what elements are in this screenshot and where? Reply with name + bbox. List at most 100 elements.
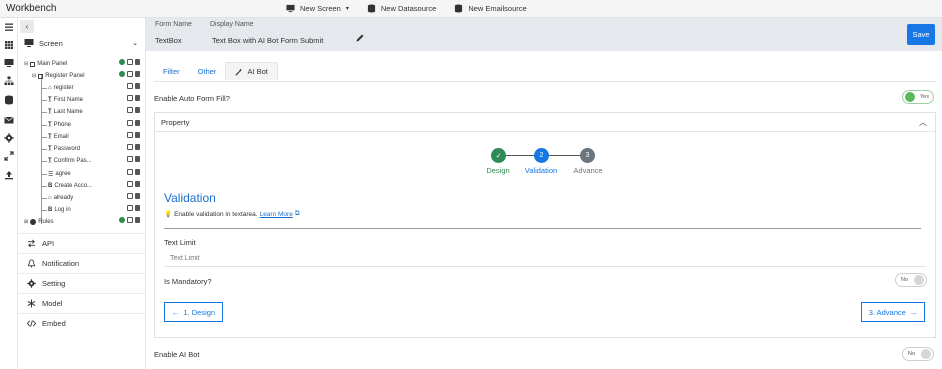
copy-icon[interactable] bbox=[127, 193, 133, 199]
tree-node-label: Password bbox=[53, 146, 81, 152]
tree-connector bbox=[42, 198, 47, 199]
trash-icon[interactable] bbox=[135, 156, 140, 162]
tree-node-password[interactable]: T̲ Password bbox=[48, 144, 80, 154]
checklist-icon: ☰ bbox=[48, 171, 54, 178]
save-button[interactable]: Save bbox=[907, 24, 935, 45]
nav-setting[interactable]: Setting bbox=[18, 273, 146, 293]
tree-node-phone[interactable]: T̲ Phone bbox=[48, 120, 71, 130]
new-emailsource-label: New Emailsource bbox=[468, 4, 527, 13]
arrow-right-icon: → bbox=[909, 307, 918, 317]
property-title: Property bbox=[161, 117, 190, 127]
tree-node-actions bbox=[127, 144, 140, 150]
menu-icon[interactable] bbox=[4, 22, 14, 32]
upload-icon[interactable] bbox=[4, 170, 14, 180]
learn-more-link[interactable]: Learn More bbox=[260, 211, 293, 218]
tree-node-confirm-password[interactable]: T̲ Confirm Pas... bbox=[48, 156, 92, 166]
tree-node-register[interactable]: ⌂ register bbox=[48, 83, 74, 93]
trash-icon[interactable] bbox=[135, 205, 140, 211]
tree-node-create-account[interactable]: B Create Acco... bbox=[48, 181, 92, 191]
tree-node-register-panel[interactable]: ⊟ Register Panel bbox=[32, 71, 85, 81]
auto-fill-toggle[interactable]: Yes bbox=[902, 90, 934, 104]
tree-node-label: already bbox=[53, 195, 74, 201]
copy-icon[interactable] bbox=[127, 132, 133, 138]
database-icon[interactable] bbox=[4, 95, 14, 105]
copy-icon[interactable] bbox=[127, 107, 133, 113]
screen-select[interactable]: Screen ⌄ bbox=[24, 36, 140, 50]
tree-node-email[interactable]: T̲ Email bbox=[48, 132, 69, 142]
copy-icon[interactable] bbox=[127, 83, 133, 89]
expand-toggle-icon[interactable]: ⊟ bbox=[24, 61, 28, 67]
trash-icon[interactable] bbox=[135, 181, 140, 187]
tree-node-rules[interactable]: ⊞ Rules bbox=[24, 217, 54, 227]
compress-icon[interactable] bbox=[4, 151, 14, 161]
copy-icon[interactable] bbox=[127, 169, 133, 175]
gear-icon[interactable] bbox=[4, 133, 14, 143]
copy-icon[interactable] bbox=[127, 205, 133, 211]
tab-other[interactable]: Other bbox=[189, 63, 226, 80]
tree-node-already[interactable]: ⌂ already bbox=[48, 193, 73, 203]
tree-node-label: Main Panel bbox=[37, 61, 68, 67]
add-icon[interactable] bbox=[119, 217, 125, 223]
nav-model[interactable]: Model bbox=[18, 293, 146, 313]
tab-filter[interactable]: Filter bbox=[154, 63, 189, 80]
trash-icon[interactable] bbox=[135, 217, 140, 223]
tree-node-agree[interactable]: ☰ agree bbox=[48, 169, 71, 179]
copy-icon[interactable] bbox=[127, 144, 133, 150]
trash-icon[interactable] bbox=[135, 193, 140, 199]
expand-toggle-icon[interactable]: ⊟ bbox=[32, 73, 36, 79]
pencil-icon[interactable] bbox=[355, 33, 365, 43]
copy-icon[interactable] bbox=[127, 71, 133, 77]
screen-select-label: Screen bbox=[39, 38, 63, 48]
add-icon[interactable] bbox=[119, 59, 125, 65]
step-advance[interactable]: 3 bbox=[580, 148, 595, 163]
copy-icon[interactable] bbox=[127, 217, 133, 223]
auto-fill-label: Enable Auto Form Fill? bbox=[154, 94, 230, 103]
trash-icon[interactable] bbox=[135, 107, 140, 113]
text-limit-input[interactable] bbox=[164, 250, 926, 267]
textbox-icon: T̲ bbox=[48, 97, 52, 103]
trash-icon[interactable] bbox=[135, 95, 140, 101]
copy-icon[interactable] bbox=[127, 95, 133, 101]
next-step-button[interactable]: 3. Advance → bbox=[861, 302, 925, 322]
monitor-icon[interactable] bbox=[4, 58, 14, 68]
new-datasource-button[interactable]: New Datasource bbox=[367, 4, 436, 13]
arrow-left-icon: ← bbox=[171, 307, 180, 317]
trash-icon[interactable] bbox=[135, 120, 140, 126]
tree-node-log-in[interactable]: B Log in bbox=[48, 205, 71, 215]
collapse-panel-button[interactable]: ‹ bbox=[20, 20, 34, 33]
previous-step-button[interactable]: ← 1. Design bbox=[164, 302, 223, 322]
add-icon[interactable] bbox=[119, 71, 125, 77]
tree-node-first-name[interactable]: T̲ First Name bbox=[48, 95, 83, 105]
step-validation[interactable]: 2 bbox=[534, 148, 549, 163]
nav-notification[interactable]: Notification bbox=[18, 253, 146, 273]
trash-icon[interactable] bbox=[135, 144, 140, 150]
expand-toggle-icon[interactable]: ⊞ bbox=[24, 219, 28, 225]
copy-icon[interactable] bbox=[127, 156, 133, 162]
tab-ai-bot[interactable]: AI Bot bbox=[225, 62, 278, 80]
external-link-icon[interactable]: ⧉ bbox=[295, 210, 300, 218]
copy-icon[interactable] bbox=[127, 181, 133, 187]
tree-node-actions bbox=[119, 217, 140, 223]
chevron-left-icon: ‹ bbox=[25, 22, 29, 31]
tree-node-main-panel[interactable]: ⊟ Main Panel bbox=[24, 59, 67, 69]
tree-node-label: register bbox=[53, 85, 74, 91]
new-emailsource-button[interactable]: New Emailsource bbox=[454, 4, 527, 13]
mail-icon[interactable] bbox=[4, 115, 14, 125]
trash-icon[interactable] bbox=[135, 59, 140, 65]
nav-api[interactable]: API bbox=[18, 233, 146, 253]
copy-icon[interactable] bbox=[127, 120, 133, 126]
sitemap-icon[interactable] bbox=[4, 76, 14, 86]
trash-icon[interactable] bbox=[135, 132, 140, 138]
tree-node-last-name[interactable]: T̲ Last Name bbox=[48, 107, 83, 117]
step-design[interactable]: ✓ bbox=[491, 148, 506, 163]
trash-icon[interactable] bbox=[135, 83, 140, 89]
trash-icon[interactable] bbox=[135, 169, 140, 175]
grid-icon[interactable] bbox=[4, 40, 14, 50]
property-header[interactable]: Property ︿ bbox=[155, 113, 935, 132]
trash-icon[interactable] bbox=[135, 71, 140, 77]
ai-bot-toggle[interactable]: No bbox=[902, 347, 934, 361]
new-screen-button[interactable]: New Screen ▾ bbox=[286, 4, 349, 13]
nav-embed[interactable]: Embed bbox=[18, 313, 146, 333]
mandatory-toggle[interactable]: No bbox=[895, 273, 927, 287]
copy-icon[interactable] bbox=[127, 59, 133, 65]
